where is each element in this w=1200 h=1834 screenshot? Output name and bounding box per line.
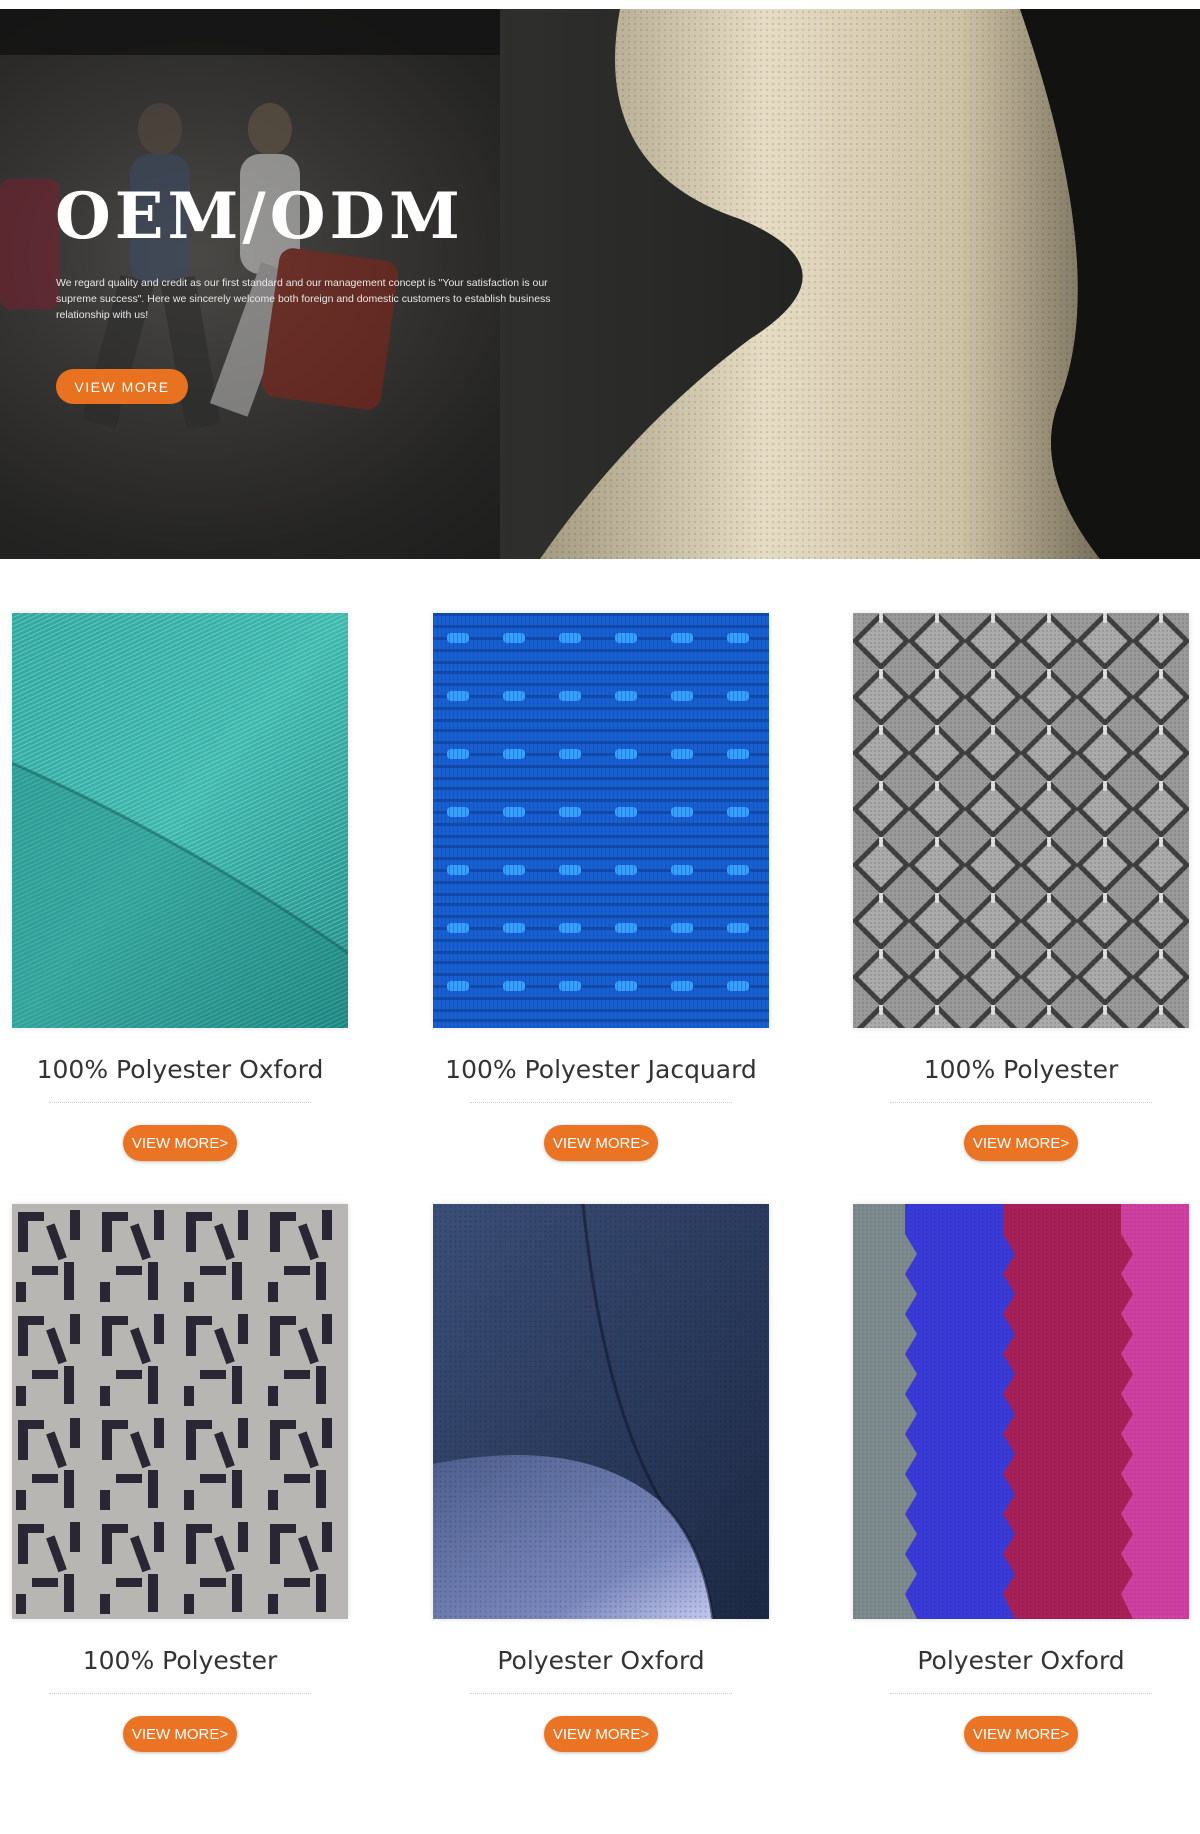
- view-more-button[interactable]: VIEW MORE>: [123, 1125, 237, 1161]
- view-more-button[interactable]: VIEW MORE>: [544, 1716, 658, 1752]
- product-image-grey-diamond[interactable]: [853, 613, 1189, 1028]
- product-name: Polyester Oxford: [497, 1646, 705, 1675]
- product-image-blue-jacquard[interactable]: [433, 613, 769, 1028]
- product-card: Polyester Oxford VIEW MORE>: [853, 1204, 1189, 1752]
- product-name: 100% Polyester: [923, 1055, 1119, 1084]
- product-image-teal-oxford[interactable]: [12, 613, 348, 1028]
- product-image-color-swatches[interactable]: [853, 1204, 1189, 1619]
- hero-title: OEM/ODM: [55, 179, 464, 254]
- divider: [890, 1102, 1152, 1103]
- hero-banner: OEM/ODM We regard quality and credit as …: [0, 9, 1200, 559]
- product-card: 100% Polyester VIEW MORE>: [853, 613, 1189, 1161]
- view-more-button[interactable]: VIEW MORE>: [964, 1125, 1078, 1161]
- product-name: 100% Polyester Jacquard: [445, 1055, 757, 1084]
- product-name: Polyester Oxford: [917, 1646, 1125, 1675]
- divider: [470, 1693, 732, 1694]
- product-name: 100% Polyester: [82, 1646, 278, 1675]
- view-more-button[interactable]: VIEW MORE>: [123, 1716, 237, 1752]
- product-card: Polyester Oxford VIEW MORE>: [433, 1204, 769, 1752]
- divider: [49, 1693, 311, 1694]
- view-more-button[interactable]: VIEW MORE>: [964, 1716, 1078, 1752]
- divider: [890, 1693, 1152, 1694]
- hero-description: We regard quality and credit as our firs…: [56, 277, 551, 321]
- product-name: 100% Polyester Oxford: [36, 1055, 324, 1084]
- hero-view-more-button[interactable]: VIEW MORE: [56, 369, 188, 404]
- product-card: 100% Polyester Jacquard VIEW MORE>: [433, 613, 769, 1161]
- product-image-grey-logo-jacquard[interactable]: [12, 1204, 348, 1619]
- divider: [470, 1102, 732, 1103]
- product-card: 100% Polyester VIEW MORE>: [12, 1204, 348, 1752]
- view-more-button[interactable]: VIEW MORE>: [544, 1125, 658, 1161]
- product-card: 100% Polyester Oxford VIEW MORE>: [12, 613, 348, 1161]
- hero-fabric-image: [500, 9, 1200, 559]
- product-image-navy-oxford[interactable]: [433, 1204, 769, 1619]
- divider: [49, 1102, 311, 1103]
